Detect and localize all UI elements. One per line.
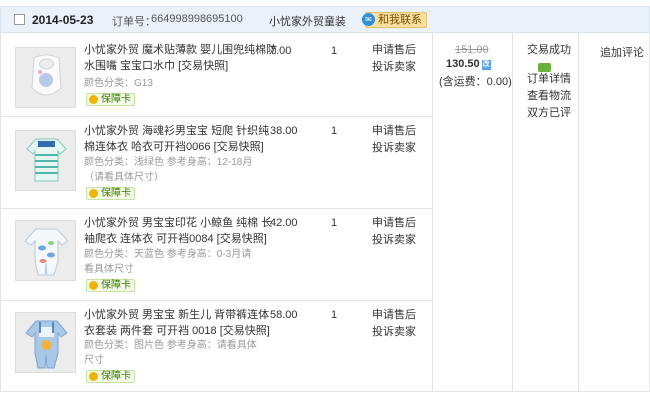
item-price: 58.00	[270, 309, 298, 321]
order-card: 2014-05-23 订单号： 664998998695100 小忧家外贸童装 …	[0, 0, 650, 392]
order-detail-link[interactable]: 订单详情	[527, 71, 571, 87]
item-thumbnail-overalls-set[interactable]	[15, 312, 76, 373]
item-actions: 申请售后 投诉卖家	[372, 42, 416, 76]
item-price: 38.00	[270, 125, 298, 137]
item-quantity: 1	[331, 217, 338, 229]
column-divider	[432, 33, 433, 392]
item-price: 7.00	[270, 45, 292, 57]
contact-seller-label: 和我联系	[378, 14, 422, 26]
item-sku: 颜色分类：浅绿色 参考身高：12-18月 （请看具体尺寸）	[84, 157, 253, 183]
complain-seller-link[interactable]: 投诉卖家	[372, 232, 416, 249]
item-quantity: 1	[331, 309, 338, 321]
item-sku: 颜色分类：G13	[84, 78, 153, 89]
order-checkbox[interactable]	[14, 14, 25, 25]
after-sale-link[interactable]: 申请售后	[372, 42, 416, 59]
guarantee-badge-label: 保障卡	[101, 188, 131, 199]
guarantee-badge-label: 保障卡	[101, 371, 131, 382]
item-thumbnail-romper-whale[interactable]	[15, 220, 76, 281]
item-actions: 申请售后 投诉卖家	[372, 215, 416, 249]
original-price: 151.00	[455, 44, 489, 56]
item-sku: 颜色分类：图片色 参考身高：请看具体尺寸	[84, 340, 257, 366]
order-date: 2014-05-23	[32, 13, 94, 27]
column-divider	[512, 33, 513, 392]
order-number: 664998998695100	[151, 13, 243, 25]
item-title-link[interactable]: 小忧家外贸 魔术贴薄款 婴儿围兜纯棉防水围嘴 宝宝口水巾 [交易快照]	[84, 42, 280, 74]
guarantee-badge-label: 保障卡	[101, 94, 131, 105]
guarantee-badge[interactable]: 保障卡	[86, 93, 135, 106]
column-divider	[578, 33, 579, 392]
add-review-link[interactable]: 追加评论	[600, 44, 644, 60]
shield-coin-icon	[89, 189, 98, 198]
after-sale-link[interactable]: 申请售后	[372, 307, 416, 324]
complain-seller-link[interactable]: 投诉卖家	[372, 140, 416, 157]
item-title-link[interactable]: 小忧家外贸 男宝宝 新生儿 背带裤连体衣套装 两件套 可开裆 0018 [交易快…	[84, 307, 280, 339]
order-item: 小忧家外贸 海魂衫男宝宝 短爬 针织纯棉连体衣 哈衣可开裆0066 [交易快照]…	[0, 117, 432, 208]
order-item: 小忧家外贸 男宝宝印花 小鲸鱼 纯棉 长袖爬衣 连体衣 可开裆0084 [交易快…	[0, 209, 432, 300]
trade-status: 交易成功	[527, 44, 571, 56]
after-sale-link[interactable]: 申请售后	[372, 215, 416, 232]
guarantee-badge[interactable]: 保障卡	[86, 187, 135, 200]
after-sale-link[interactable]: 申请售后	[372, 123, 416, 140]
order-total-value: 130.50	[446, 58, 480, 70]
price-modified-icon: 改	[481, 60, 491, 70]
shipping-fee: (含运费：0.00)	[439, 76, 512, 88]
order-item: 小忧家外贸 魔术贴薄款 婴儿围兜纯棉防水围嘴 宝宝口水巾 [交易快照] 颜色分类…	[0, 33, 432, 116]
shield-coin-icon	[89, 95, 98, 104]
order-item: 小忧家外贸 男宝宝 新生儿 背带裤连体衣套装 两件套 可开裆 0018 [交易快…	[0, 301, 432, 392]
order-header: 2014-05-23 订单号： 664998998695100 小忧家外贸童装 …	[0, 6, 650, 33]
complain-seller-link[interactable]: 投诉卖家	[372, 59, 416, 76]
shop-name-link[interactable]: 小忧家外贸童装	[269, 13, 346, 29]
contact-seller-button[interactable]: ✉ 和我联系	[362, 12, 427, 28]
guarantee-badge-label: 保障卡	[101, 280, 131, 291]
guarantee-badge[interactable]: 保障卡	[86, 279, 135, 292]
chat-bubble-icon: ✉	[362, 13, 375, 26]
order-number-label: 订单号：	[112, 16, 156, 28]
item-actions: 申请售后 投诉卖家	[372, 123, 416, 157]
item-thumbnail-romper-striped[interactable]	[15, 130, 76, 191]
item-title-link[interactable]: 小忧家外贸 男宝宝印花 小鲸鱼 纯棉 长袖爬衣 连体衣 可开裆0084 [交易快…	[84, 215, 280, 247]
view-logistics-link[interactable]: 查看物流	[527, 88, 571, 104]
item-title-link[interactable]: 小忧家外贸 海魂衫男宝宝 短爬 针织纯棉连体衣 哈衣可开裆0066 [交易快照]	[84, 123, 280, 155]
item-sku: 颜色分类：天蓝色 参考身高：0-3月请看具体尺寸	[84, 249, 252, 275]
item-quantity: 1	[331, 125, 338, 137]
item-actions: 申请售后 投诉卖家	[372, 307, 416, 341]
guarantee-badge[interactable]: 保障卡	[86, 370, 135, 383]
complain-seller-link[interactable]: 投诉卖家	[372, 324, 416, 341]
order-total: 130.50 改	[446, 58, 491, 70]
both-rated-link[interactable]: 双方已评	[527, 105, 571, 121]
shield-coin-icon	[89, 281, 98, 290]
item-price: 42.00	[270, 217, 298, 229]
shield-coin-icon	[89, 372, 98, 381]
item-quantity: 1	[331, 45, 338, 57]
item-thumbnail-bib[interactable]	[15, 47, 76, 108]
